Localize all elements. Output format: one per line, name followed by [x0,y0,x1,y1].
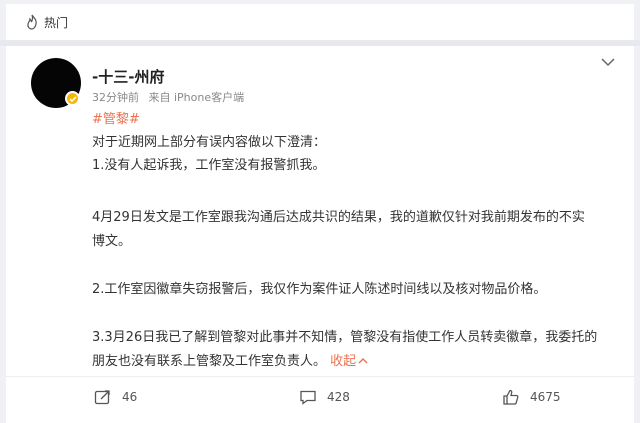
comment-count: 428 [327,390,350,404]
post-source: 来自 iPhone客户端 [148,91,245,104]
fold-label: 收起 [330,354,357,369]
repost-count: 46 [122,390,138,404]
fold-link[interactable]: 收起 [330,354,368,369]
weibo-post-card: -十三-州府 32分钟前 来自 iPhone客户端 #管黎# 对于近期网上部分有… [6,46,634,423]
content-line: 朋友也没有联系上管黎及工作室负责人。 [92,354,327,369]
flame-icon [27,14,37,30]
username[interactable]: -十三-州府 [92,66,164,87]
hashtag-link[interactable]: #管黎# [92,108,140,127]
content-line: 1.没有人起诉我，工作室没有报警抓我。 [92,158,326,173]
post-time[interactable]: 32分钟前 [92,91,139,104]
content-line: 4月29日发文是工作室跟我沟通后达成共识的结果，我的道歉仅针对我前期发布的不实 [92,210,585,225]
hot-label[interactable]: 热门 [44,14,68,31]
comment-button[interactable]: 428 [299,389,350,405]
content-line-last: 朋友也没有联系上管黎及工作室负责人。 收起 [92,350,368,369]
chevron-down-icon[interactable] [600,56,616,68]
post-meta: 32分钟前 来自 iPhone客户端 [92,89,250,105]
repost-button[interactable]: 46 [94,389,137,405]
content-line: 博文。 [92,234,132,249]
like-button[interactable]: 4675 [502,389,561,405]
verified-badge-icon [65,91,80,106]
content-line: 3.3月26日我已了解到管黎对此事并不知情，管黎没有指使工作人员转卖徽章，我委托… [92,330,598,345]
action-bar: 46 428 4675 [6,376,634,423]
repost-icon [94,390,110,405]
like-icon [503,389,519,405]
chevron-up-icon [358,358,368,364]
like-count: 4675 [530,390,561,404]
top-bar: 热门 [6,4,634,40]
content-line: 对于近期网上部分有误内容做以下澄清： [92,135,327,150]
content-line: 2.工作室因徽章失窃报警后，我仅作为案件证人陈述时间线以及核对物品价格。 [92,282,547,297]
comment-icon [300,390,316,405]
